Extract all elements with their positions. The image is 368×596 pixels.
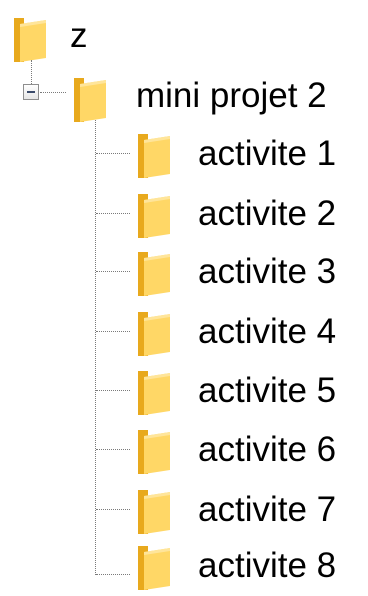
tree-node-child[interactable]: activite 8 [130,540,366,596]
tree-node-child[interactable]: activite 7 [130,484,366,540]
folder-icon [138,490,170,534]
tree-node-project[interactable]: mini projet 2 [66,70,366,126]
tree-connector [96,574,130,575]
tree-node-child[interactable]: activite 3 [130,246,366,302]
tree-node-label: z [70,16,88,55]
tree-node-label: mini projet 2 [136,76,327,115]
tree-node-child[interactable]: activite 6 [130,424,366,480]
tree-connector [96,153,130,154]
collapse-toggle-minus-icon[interactable] [23,84,39,100]
folder-icon [138,546,170,590]
tree-connector [96,331,130,332]
folder-icon [14,18,46,62]
tree-node-label: activite 6 [198,430,337,469]
tree-connector [96,213,130,214]
folder-icon [138,194,170,238]
tree-connector [96,271,130,272]
folder-icon [138,252,170,296]
folder-icon [138,312,170,356]
tree-node-child[interactable]: activite 5 [130,365,366,421]
tree-connector [31,60,32,84]
tree-connector [96,390,130,391]
folder-icon [138,371,170,415]
tree-node-child[interactable]: activite 4 [130,306,366,362]
tree-node-root[interactable]: z [0,10,120,66]
folder-icon [138,134,170,178]
tree-connector [96,509,130,510]
tree-node-label: activite 3 [198,252,337,291]
tree-connector [96,449,130,450]
tree-node-label: activite 8 [198,546,337,585]
tree-node-child[interactable]: activite 1 [130,128,366,184]
folder-icon [138,430,170,474]
folder-icon [74,78,106,122]
tree-node-child[interactable]: activite 2 [130,188,366,244]
tree-connector [95,120,96,575]
tree-node-label: activite 2 [198,194,337,233]
tree-node-label: activite 1 [198,134,337,173]
tree-node-label: activite 7 [198,490,337,529]
folder-tree: z mini projet 2 activite 1 activite 2 ac… [0,0,368,590]
tree-node-label: activite 4 [198,312,337,351]
tree-node-label: activite 5 [198,371,337,410]
tree-connector [40,92,66,93]
